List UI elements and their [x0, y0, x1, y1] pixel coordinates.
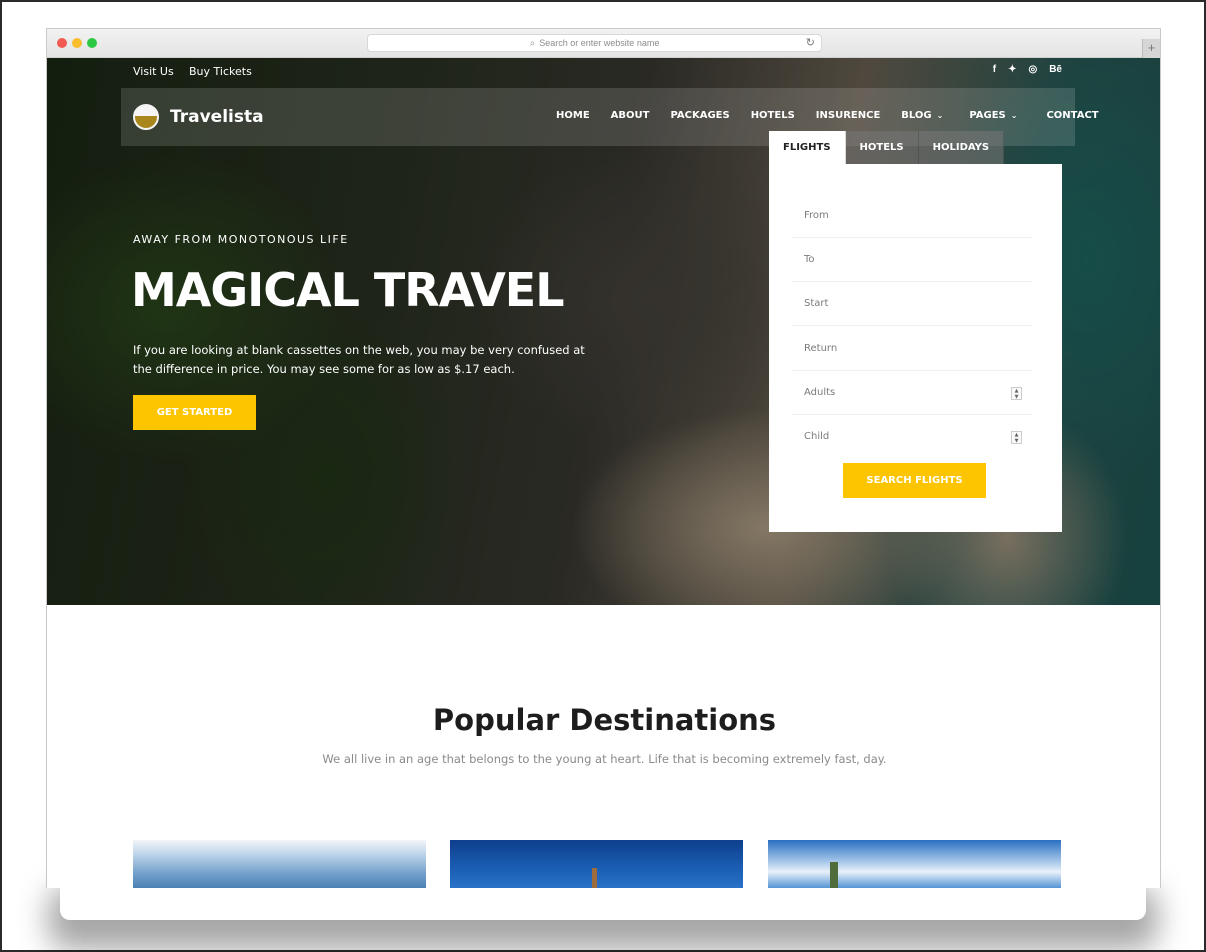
chevron-down-icon: ⌄ — [936, 111, 944, 120]
get-started-button[interactable]: GET STARTED — [133, 395, 256, 430]
nav-item-about[interactable]: ABOUT — [611, 110, 650, 121]
search-flights-button[interactable]: SEARCH FLIGHTS — [843, 463, 986, 498]
nav-label: INSURENCE — [815, 110, 881, 121]
section-subtitle: We all live in an age that belongs to th… — [322, 752, 887, 766]
to-placeholder: To — [804, 254, 815, 265]
hero-section: Visit Us Buy Tickets f ✦ ◎ Bē Travelista… — [47, 58, 1160, 605]
tab-hotels[interactable]: HOTELS — [845, 131, 919, 164]
nav-item-home[interactable]: HOME — [556, 110, 590, 121]
destination-card-traveler-sky[interactable] — [768, 840, 1061, 888]
nav-label: ABOUT — [610, 110, 650, 121]
booking-tabs: FLIGHTS HOTELS HOLIDAYS — [769, 131, 1005, 164]
nav-item-hotels[interactable]: HOTELS — [751, 110, 795, 121]
main-nav: HOME ABOUT PACKAGES HOTELS INSURENCE BLO… — [556, 110, 1120, 121]
nav-label: HOTELS — [750, 110, 795, 121]
nav-label: PACKAGES — [670, 110, 730, 121]
nav-label: CONTACT — [1046, 110, 1099, 121]
minimize-window-button[interactable] — [72, 38, 82, 48]
return-placeholder: Return — [804, 343, 838, 354]
address-bar[interactable]: ⌕ Search or enter website name ↻ — [367, 34, 822, 52]
browser-toolbar: ⌕ Search or enter website name ↻ + — [47, 29, 1160, 58]
traveler-image — [830, 862, 838, 888]
hero-eyebrow: AWAY FROM MONOTONOUS LIFE — [133, 233, 349, 246]
twitter-icon[interactable]: ✦ — [1008, 64, 1016, 75]
address-placeholder: Search or enter website name — [539, 38, 660, 48]
destination-card-city-tower[interactable] — [450, 840, 743, 888]
nav-item-blog[interactable]: BLOG ⌄ — [901, 110, 943, 121]
from-placeholder: From — [804, 210, 829, 221]
brand-name: Travelista — [170, 107, 264, 127]
chevron-down-icon: ⌄ — [1010, 111, 1018, 120]
adults-field[interactable]: Adults ▲ ▼ — [792, 371, 1032, 415]
hero-title: MAGICAL TRAVEL — [131, 263, 565, 317]
search-icon: ⌕ — [529, 37, 536, 49]
start-placeholder: Start — [804, 298, 829, 309]
child-placeholder: Child — [804, 431, 830, 442]
buy-tickets-link[interactable]: Buy Tickets — [189, 65, 252, 78]
to-field[interactable]: To — [792, 238, 1032, 282]
destination-card-mountain-lake[interactable] — [133, 840, 426, 888]
child-field[interactable]: Child ▲ ▼ — [792, 415, 1032, 459]
maximize-window-button[interactable] — [87, 38, 97, 48]
adults-placeholder: Adults — [804, 387, 836, 398]
nav-item-contact[interactable]: CONTACT — [1046, 110, 1098, 121]
return-date-field[interactable]: Return — [792, 327, 1032, 371]
nav-item-insurence[interactable]: INSURENCE — [816, 110, 880, 121]
child-stepper-icon[interactable]: ▲ ▼ — [1011, 431, 1022, 444]
visit-us-link[interactable]: Visit Us — [133, 65, 174, 78]
nav-item-packages[interactable]: PACKAGES — [670, 110, 729, 121]
section-title: Popular Destinations — [432, 703, 777, 737]
brand-logo[interactable]: Travelista — [133, 104, 264, 130]
logo-icon — [133, 104, 159, 130]
hero-description: If you are looking at blank cassettes on… — [133, 343, 585, 376]
tower-image — [592, 868, 597, 888]
tab-flights[interactable]: FLIGHTS — [769, 131, 846, 164]
reload-icon[interactable]: ↻ — [806, 36, 815, 49]
plus-icon[interactable]: + — [1142, 39, 1160, 58]
browser-window: ⌕ Search or enter website name ↻ + Visit… — [46, 28, 1161, 888]
social-links: f ✦ ◎ Bē — [993, 64, 1062, 75]
start-date-field[interactable]: Start — [792, 282, 1032, 326]
booking-form: From To Start Return Adults ▲ ▼ Child ▲ ▼ SE… — [769, 164, 1062, 532]
nav-label: BLOG — [901, 110, 932, 121]
behance-icon[interactable]: Bē — [1049, 64, 1062, 75]
from-field[interactable]: From — [792, 194, 1032, 238]
nav-item-pages[interactable]: PAGES ⌄ — [969, 110, 1017, 121]
facebook-icon[interactable]: f — [993, 64, 996, 75]
tab-holidays[interactable]: HOLIDAYS — [918, 131, 1005, 164]
nav-label: HOME — [556, 110, 590, 121]
dribbble-icon[interactable]: ◎ — [1028, 64, 1037, 75]
nav-label: PAGES — [969, 110, 1006, 121]
adults-stepper-icon[interactable]: ▲ ▼ — [1011, 387, 1022, 400]
close-window-button[interactable] — [57, 38, 67, 48]
